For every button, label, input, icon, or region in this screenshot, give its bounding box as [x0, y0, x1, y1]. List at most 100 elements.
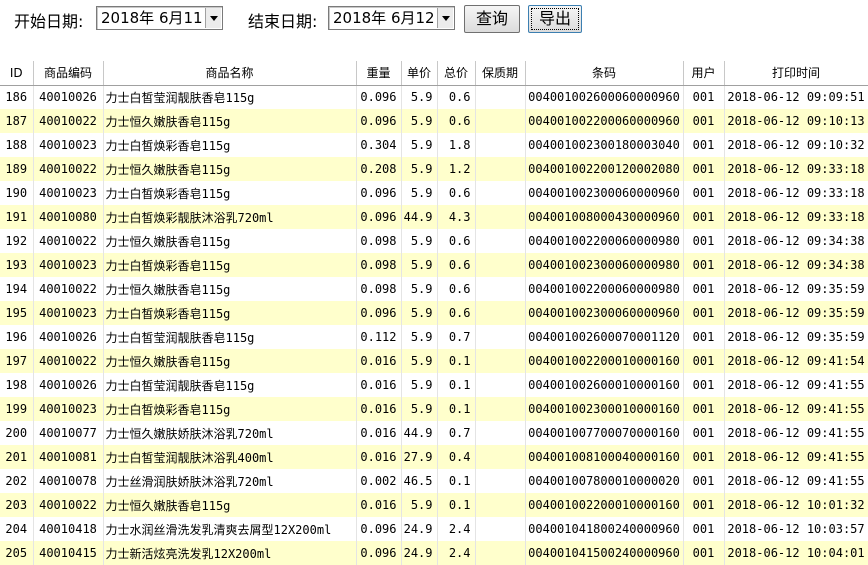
table-row[interactable]: 188 40010023 力士白皙焕彩香皂115g 0.304 5.9 1.8 004001… — [0, 133, 868, 157]
chevron-down-icon[interactable] — [437, 8, 453, 28]
cell-weight: 0.016 — [356, 445, 402, 469]
cell-user: 001 — [683, 157, 725, 181]
cell-unit-price: 5.9 — [401, 229, 438, 253]
cell-print-time: 2018-06-12 09:34:38 — [724, 253, 868, 277]
column-header-user[interactable]: 用户 — [683, 61, 725, 86]
table-row[interactable]: 205 40010415 力士新活炫亮洗发乳12X200ml 0.096 24.9 2.4… — [0, 541, 868, 565]
cell-shelf-life — [475, 85, 526, 109]
table-row[interactable]: 194 40010022 力士恒久嫩肤香皂115g 0.098 5.9 0.6 004001… — [0, 277, 868, 301]
cell-user: 001 — [683, 205, 725, 229]
cell-unit-price: 24.9 — [401, 517, 438, 541]
column-header-product-name[interactable]: 商品名称 — [103, 61, 357, 86]
cell-unit-price: 46.5 — [401, 469, 438, 493]
table-row[interactable]: 190 40010023 力士白皙焕彩香皂115g 0.096 5.9 0.6 004001… — [0, 181, 868, 205]
cell-barcode: 004001002200120002080 — [525, 157, 684, 181]
export-button[interactable]: 导出 — [528, 5, 582, 33]
cell-weight: 0.016 — [356, 373, 402, 397]
cell-barcode: 004001002300180003040 — [525, 133, 684, 157]
end-date-value: 2018年 6月12日 — [333, 9, 450, 27]
cell-product-code: 40010078 — [33, 469, 104, 493]
chevron-down-icon[interactable] — [205, 8, 221, 28]
cell-id: 202 — [0, 469, 34, 493]
cell-weight: 0.112 — [356, 325, 402, 349]
table-row[interactable]: 189 40010022 力士恒久嫩肤香皂115g 0.208 5.9 1.2 004001… — [0, 157, 868, 181]
data-grid: ID 商品编码 商品名称 重量 单价 总价 保质期 条码 用户 打印时间 186… — [0, 61, 868, 565]
column-header-id[interactable]: ID — [0, 61, 34, 86]
column-header-weight[interactable]: 重量 — [356, 61, 402, 86]
table-row[interactable]: 197 40010022 力士恒久嫩肤香皂115g 0.016 5.9 0.1 004001… — [0, 349, 868, 373]
cell-product-name: 力士水润丝滑洗发乳清爽去屑型12X200ml — [103, 517, 357, 541]
cell-barcode: 004001002300060000980 — [525, 253, 684, 277]
cell-product-name: 力士白皙焕彩靓肤沐浴乳720ml — [103, 205, 357, 229]
cell-user: 001 — [683, 469, 725, 493]
cell-product-name: 力士白皙焕彩香皂115g — [103, 253, 357, 277]
cell-unit-price: 5.9 — [401, 349, 438, 373]
cell-shelf-life — [475, 541, 526, 565]
table-row[interactable]: 195 40010023 力士白皙焕彩香皂115g 0.096 5.9 0.6 004001… — [0, 301, 868, 325]
cell-product-code: 40010022 — [33, 277, 104, 301]
cell-unit-price: 5.9 — [401, 109, 438, 133]
column-header-product-code[interactable]: 商品编码 — [33, 61, 104, 86]
cell-id: 205 — [0, 541, 34, 565]
cell-total-price: 0.6 — [437, 301, 476, 325]
cell-barcode: 004001002200010000160 — [525, 349, 684, 373]
cell-user: 001 — [683, 517, 725, 541]
table-row[interactable]: 201 40010081 力士白皙莹润靓肤沐浴乳400ml 0.016 27.9 0.4 0… — [0, 445, 868, 469]
table-row[interactable]: 204 40010418 力士水润丝滑洗发乳清爽去屑型12X200ml 0.096 24… — [0, 517, 868, 541]
table-row[interactable]: 199 40010023 力士白皙焕彩香皂115g 0.016 5.9 0.1 004001… — [0, 397, 868, 421]
cell-barcode: 004001007700070000160 — [525, 421, 684, 445]
table-row[interactable]: 203 40010022 力士恒久嫩肤香皂115g 0.016 5.9 0.1 004001… — [0, 493, 868, 517]
table-row[interactable]: 200 40010077 力士恒久嫩肤娇肤沐浴乳720ml 0.016 44.9 0.7 0… — [0, 421, 868, 445]
cell-product-name: 力士新活炫亮洗发乳12X200ml — [103, 541, 357, 565]
table-header-row: ID 商品编码 商品名称 重量 单价 总价 保质期 条码 用户 打印时间 — [0, 61, 868, 86]
column-header-barcode[interactable]: 条码 — [525, 61, 684, 86]
cell-total-price: 0.1 — [437, 397, 476, 421]
cell-weight: 0.304 — [356, 133, 402, 157]
cell-barcode: 004001007800010000020 — [525, 469, 684, 493]
cell-product-code: 40010022 — [33, 157, 104, 181]
cell-user: 001 — [683, 253, 725, 277]
cell-print-time: 2018-06-12 09:41:55 — [724, 421, 868, 445]
column-header-unit-price[interactable]: 单价 — [401, 61, 438, 86]
table-row[interactable]: 186 40010026 力士白皙莹润靓肤香皂115g 0.096 5.9 0.6 0040… — [0, 85, 868, 109]
table-row[interactable]: 198 40010026 力士白皙莹润靓肤香皂115g 0.016 5.9 0.1 0040… — [0, 373, 868, 397]
cell-product-name: 力士恒久嫩肤香皂115g — [103, 493, 357, 517]
query-button[interactable]: 查询 — [464, 5, 520, 33]
table-row[interactable]: 187 40010022 力士恒久嫩肤香皂115g 0.096 5.9 0.6 004001… — [0, 109, 868, 133]
cell-id: 195 — [0, 301, 34, 325]
column-header-shelf-life[interactable]: 保质期 — [475, 61, 526, 86]
cell-user: 001 — [683, 445, 725, 469]
cell-id: 203 — [0, 493, 34, 517]
cell-shelf-life — [475, 301, 526, 325]
table-row[interactable]: 192 40010022 力士恒久嫩肤香皂115g 0.098 5.9 0.6 004001… — [0, 229, 868, 253]
table-row[interactable]: 193 40010023 力士白皙焕彩香皂115g 0.098 5.9 0.6 004001… — [0, 253, 868, 277]
cell-unit-price: 5.9 — [401, 397, 438, 421]
cell-user: 001 — [683, 133, 725, 157]
cell-product-name: 力士白皙焕彩香皂115g — [103, 397, 357, 421]
cell-user: 001 — [683, 421, 725, 445]
cell-id: 198 — [0, 373, 34, 397]
table-row[interactable]: 196 40010026 力士白皙莹润靓肤香皂115g 0.112 5.9 0.7 0040… — [0, 325, 868, 349]
cell-weight: 0.098 — [356, 277, 402, 301]
records-table: ID 商品编码 商品名称 重量 单价 总价 保质期 条码 用户 打印时间 186… — [0, 61, 868, 565]
cell-weight: 0.002 — [356, 469, 402, 493]
column-header-print-time[interactable]: 打印时间 — [724, 61, 868, 86]
cell-id: 192 — [0, 229, 34, 253]
cell-id: 189 — [0, 157, 34, 181]
cell-shelf-life — [475, 205, 526, 229]
cell-product-code: 40010026 — [33, 325, 104, 349]
end-date-label: 结束日期: — [248, 12, 318, 31]
cell-shelf-life — [475, 397, 526, 421]
cell-shelf-life — [475, 325, 526, 349]
cell-print-time: 2018-06-12 09:35:59 — [724, 325, 868, 349]
cell-user: 001 — [683, 301, 725, 325]
start-date-picker[interactable]: 2018年 6月11日 — [96, 6, 223, 30]
cell-product-name: 力士恒久嫩肤香皂115g — [103, 109, 357, 133]
cell-product-name: 力士白皙莹润靓肤香皂115g — [103, 373, 357, 397]
end-date-picker[interactable]: 2018年 6月12日 — [328, 6, 455, 30]
table-row[interactable]: 191 40010080 力士白皙焕彩靓肤沐浴乳720ml 0.096 44.9 4.3 0… — [0, 205, 868, 229]
column-header-total-price[interactable]: 总价 — [437, 61, 476, 86]
cell-total-price: 0.1 — [437, 469, 476, 493]
cell-print-time: 2018-06-12 09:10:32 — [724, 133, 868, 157]
table-row[interactable]: 202 40010078 力士丝滑润肤娇肤沐浴乳720ml 0.002 46.5 0.1 0… — [0, 469, 868, 493]
